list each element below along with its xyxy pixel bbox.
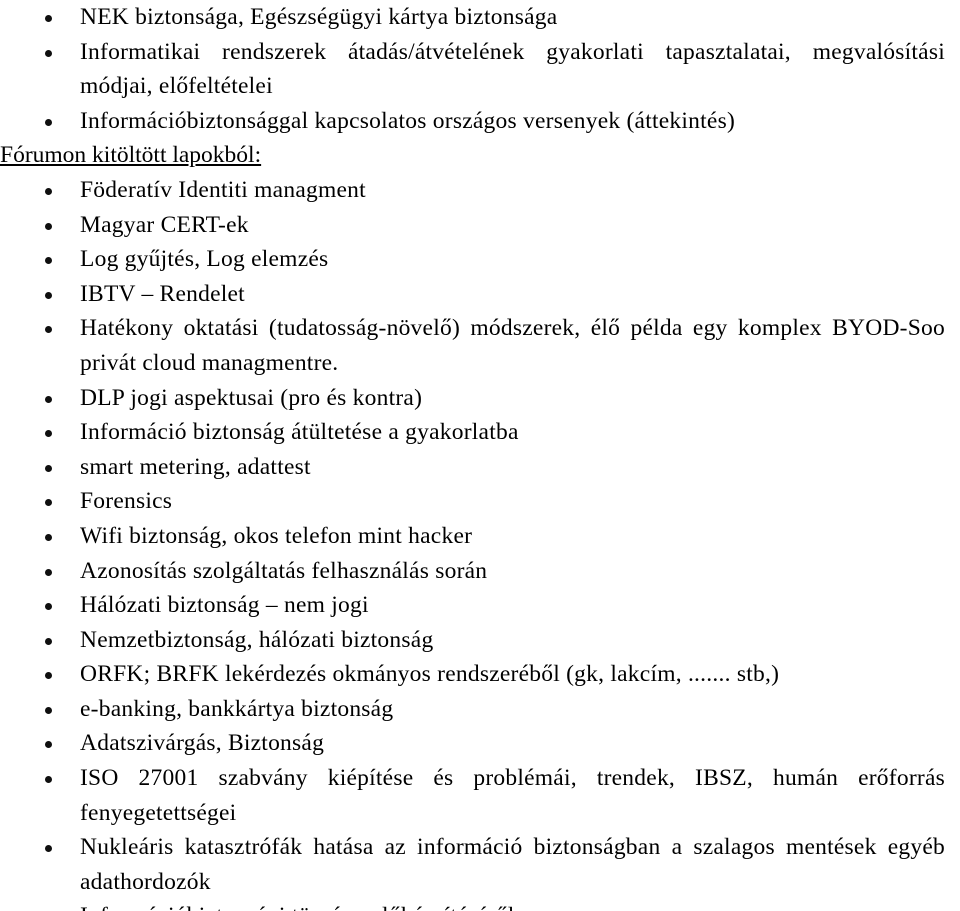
list-item: Hálózati biztonság – nem jogi — [0, 588, 960, 623]
list-item: smart metering, adattest — [0, 450, 960, 485]
list-item: Magyar CERT-ek — [0, 208, 960, 243]
list-item: ORFK; BRFK lekérdezés okmányos rendszeré… — [0, 657, 960, 692]
list-item: Adatszivárgás, Biztonság — [0, 726, 960, 761]
list-item: Információbiztonsági törvény előkészítés… — [0, 899, 960, 911]
list-item: Log gyűjtés, Log elemzés — [0, 242, 960, 277]
document-page: NEK biztonsága, Egészségügyi kártya bizt… — [0, 0, 960, 911]
section-heading: Fórumon kitöltött lapokból: — [0, 138, 960, 173]
list-item: NEK biztonsága, Egészségügyi kártya bizt… — [0, 0, 960, 35]
list-item: e-banking, bankkártya biztonság — [0, 692, 960, 727]
list-item: Információ biztonság átültetése a gyakor… — [0, 415, 960, 450]
list-item: IBTV – Rendelet — [0, 277, 960, 312]
list-item: Informatikai rendszerek átadás/átvételén… — [0, 35, 960, 104]
list-item: Azonosítás szolgáltatás felhasználás sor… — [0, 554, 960, 589]
list-item: Információbiztonsággal kapcsolatos orszá… — [0, 104, 960, 139]
document-content: NEK biztonsága, Egészségügyi kártya bizt… — [0, 0, 960, 911]
list-item: Nukleáris katasztrófák hatása az informá… — [0, 830, 960, 899]
list-item: ISO 27001 szabvány kiépítése és problémá… — [0, 761, 960, 830]
list-item: Wifi biztonság, okos telefon mint hacker — [0, 519, 960, 554]
list-item: Nemzetbiztonság, hálózati biztonság — [0, 623, 960, 658]
list-item: Föderatív Identiti managment — [0, 173, 960, 208]
section-heading-label: Fórumon kitöltött lapokból: — [0, 142, 262, 169]
list-item: Forensics — [0, 484, 960, 519]
list-item: Hatékony oktatási (tudatosság-növelő) mó… — [0, 311, 960, 380]
list-item: DLP jogi aspektusai (pro és kontra) — [0, 381, 960, 416]
